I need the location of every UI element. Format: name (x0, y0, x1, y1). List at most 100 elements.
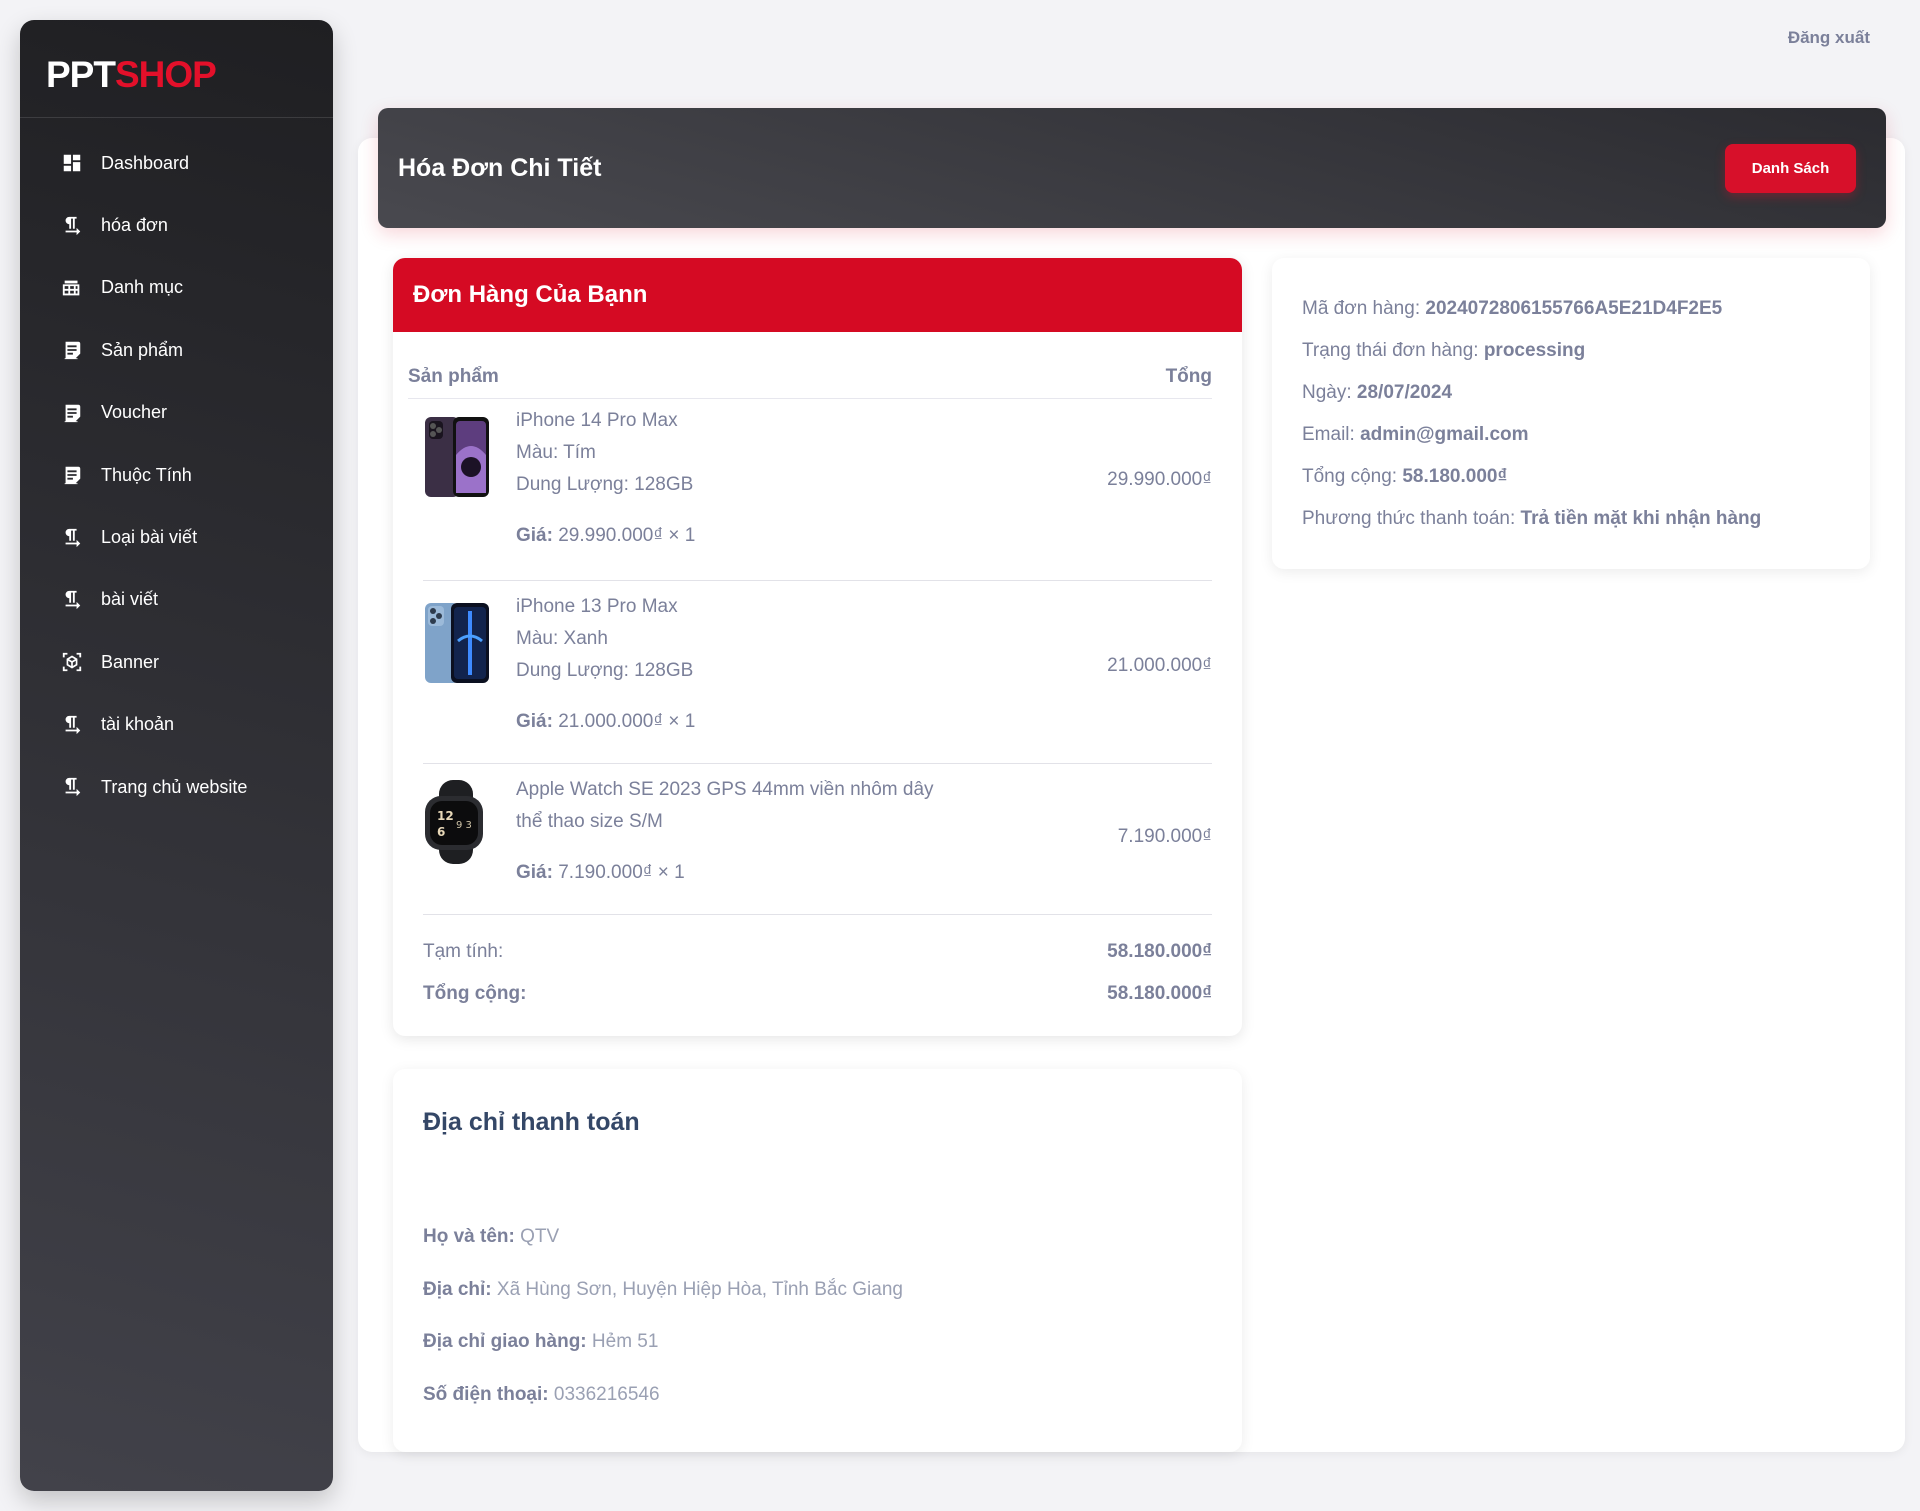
grand-total-label: Tổng cộng: (423, 983, 527, 1004)
order-totals: Tạm tính: 58.180.000₫ Tổng cộng: 58.180.… (423, 931, 1212, 1015)
grand-total-row: Tổng cộng: 58.180.000₫ (423, 973, 1212, 1015)
product-image-iphone-14 (423, 415, 491, 499)
sidebar-item-products[interactable]: Sản phẩm (20, 319, 333, 381)
order-card: Đơn Hàng Của Bạnn Sản phẩm Tổng iPhone 1 (393, 258, 1242, 1036)
billing-shipping: Địa chỉ giao hàng: Hẻm 51 (423, 1316, 1212, 1369)
order-code-label: Mã đơn hàng: (1302, 298, 1421, 319)
page-title: Hóa Đơn Chi Tiết (398, 153, 602, 182)
order-status-value: processing (1483, 340, 1586, 361)
sidebar-item-accounts[interactable]: tài khoản (20, 694, 333, 756)
sidebar-item-post-types[interactable]: Loại bài viết (20, 506, 333, 568)
order-email-label: Email: (1302, 424, 1355, 445)
sidebar-item-banner[interactable]: Banner (20, 631, 333, 693)
order-email: Email: admin@gmail.com (1302, 414, 1840, 456)
subtotal-row: Tạm tính: 58.180.000₫ (423, 931, 1212, 973)
order-item: iPhone 13 Pro Max Màu: Xanh Dung Lượng: … (423, 581, 1212, 764)
brand-part1: PPT (46, 54, 116, 95)
item-unit-price: Giá: 7.190.000₫ × 1 (516, 862, 1212, 884)
price-value: 21.000.000₫ × 1 (558, 711, 696, 732)
order-email-value: admin@gmail.com (1360, 424, 1529, 445)
price-value: 29.990.000₫ × 1 (558, 525, 696, 546)
paragraph-icon (61, 215, 83, 237)
order-total-value: 58.180.000₫ (1402, 466, 1508, 487)
grand-total-value: 58.180.000₫ (1107, 983, 1212, 1004)
billing-address-card: Địa chỉ thanh toán Họ và tên: QTV Địa ch… (393, 1069, 1242, 1452)
sidebar-item-dashboard[interactable]: Dashboard (20, 132, 333, 194)
receipt-icon (61, 402, 83, 424)
billing-shipping-value: Hẻm 51 (591, 1331, 659, 1353)
order-status-label: Trạng thái đơn hàng: (1302, 340, 1479, 361)
product-name-line1: Apple Watch SE 2023 GPS 44mm viền nhôm d… (516, 779, 934, 800)
billing-address-value: Xã Hùng Sơn, Huyện Hiệp Hòa, Tỉnh Bắc Gi… (496, 1278, 903, 1300)
sidebar-item-label: Loại bài viết (101, 527, 198, 548)
product-color: Màu: Xanh (516, 628, 608, 649)
price-value: 7.190.000₫ × 1 (558, 862, 685, 883)
order-code-value: 2024072806155766A5E21D4F2E5 (1425, 298, 1723, 319)
logout-link[interactable]: Đăng xuất (1788, 28, 1870, 48)
dashboard-icon (61, 152, 83, 174)
product-color: Màu: Tím (516, 442, 596, 463)
billing-phone-value: 0336216546 (553, 1384, 660, 1406)
brand-logo[interactable]: PPTSHOP (20, 20, 333, 118)
subtotal-label: Tạm tính: (423, 941, 504, 962)
sidebar-item-label: bài viết (101, 589, 159, 610)
sidebar-item-posts[interactable]: bài viết (20, 569, 333, 631)
sidebar-item-label: Banner (101, 651, 160, 672)
page-header: Hóa Đơn Chi Tiết Danh Sách (378, 108, 1886, 228)
order-date-label: Ngày: (1302, 382, 1352, 403)
sidebar-item-attributes[interactable]: Thuộc Tính (20, 444, 333, 506)
sidebar-item-label: Trang chủ website (101, 776, 248, 797)
payment-method: Phương thức thanh toán: Trả tiền mặt khi… (1302, 498, 1840, 540)
item-total: 21.000.000₫ (1107, 655, 1212, 676)
svg-text:12: 12 (437, 809, 454, 823)
billing-address-label: Địa chỉ: (423, 1278, 492, 1300)
sidebar-item-label: tài khoản (101, 714, 175, 735)
order-status: Trạng thái đơn hàng: processing (1302, 330, 1840, 372)
billing-shipping-label: Địa chỉ giao hàng: (423, 1331, 587, 1353)
sidebar-item-label: Sản phẩm (101, 339, 184, 360)
order-date-value: 28/07/2024 (1356, 382, 1453, 403)
column-product: Sản phẩm (408, 366, 499, 387)
order-total-label: Tổng cộng: (1302, 466, 1398, 487)
sidebar-item-label: Danh mục (101, 277, 184, 298)
product-image-iphone-13 (423, 601, 491, 685)
paragraph-icon (61, 714, 83, 736)
list-button[interactable]: Danh Sách (1725, 143, 1856, 193)
item-unit-price: Giá: 29.990.000₫ × 1 (516, 525, 1212, 547)
product-name: iPhone 13 Pro Max (516, 596, 678, 617)
sidebar-item-label: Dashboard (101, 152, 190, 173)
sidebar-item-label: Voucher (101, 402, 168, 423)
svg-text:6: 6 (437, 825, 445, 839)
billing-address: Địa chỉ: Xã Hùng Sơn, Huyện Hiệp Hòa, Tỉ… (423, 1264, 1212, 1317)
order-item: iPhone 14 Pro Max Màu: Tím Dung Lượng: 1… (423, 399, 1212, 581)
billing-title: Địa chỉ thanh toán (423, 1108, 640, 1136)
table-icon (61, 277, 83, 299)
sidebar-item-categories[interactable]: Danh mục (20, 257, 333, 319)
price-label: Giá: (516, 862, 553, 883)
order-summary-card: Mã đơn hàng: 2024072806155766A5E21D4F2E5… (1272, 258, 1870, 569)
billing-name-value: QTV (520, 1226, 560, 1247)
sidebar-item-voucher[interactable]: Voucher (20, 382, 333, 444)
sidebar-item-invoices[interactable]: hóa đơn (20, 194, 333, 256)
order-total: Tổng cộng: 58.180.000₫ (1302, 456, 1840, 498)
sidebar-item-label: hóa đơn (101, 215, 168, 236)
billing-name-label: Họ và tên: (423, 1226, 515, 1247)
billing-name: Họ và tên: QTV (423, 1211, 1212, 1264)
sidebar-item-label: Thuộc Tính (101, 464, 192, 485)
sidebar-item-website-home[interactable]: Trang chủ website (20, 756, 333, 818)
brand-part2: SHOP (114, 54, 217, 95)
price-label: Giá: (516, 525, 553, 546)
product-name: iPhone 14 Pro Max (516, 410, 678, 431)
receipt-icon (61, 464, 83, 486)
svg-text:9 3: 9 3 (456, 820, 472, 831)
paragraph-icon (61, 527, 83, 549)
item-unit-price: Giá: 21.000.000₫ × 1 (516, 711, 1212, 733)
sidebar: PPTSHOP Dashboard hóa đơn Danh mục Sản p… (20, 20, 333, 1491)
column-total: Tổng (1165, 366, 1212, 387)
paragraph-icon (61, 776, 83, 798)
product-name-line2: thể thao size S/M (516, 811, 663, 832)
item-total: 7.190.000₫ (1117, 826, 1212, 847)
order-code: Mã đơn hàng: 2024072806155766A5E21D4F2E5 (1302, 288, 1840, 330)
product-image-apple-watch: 12 6 9 3 (423, 780, 491, 864)
payment-method-value: Trả tiền mặt khi nhận hàng (1520, 508, 1762, 529)
